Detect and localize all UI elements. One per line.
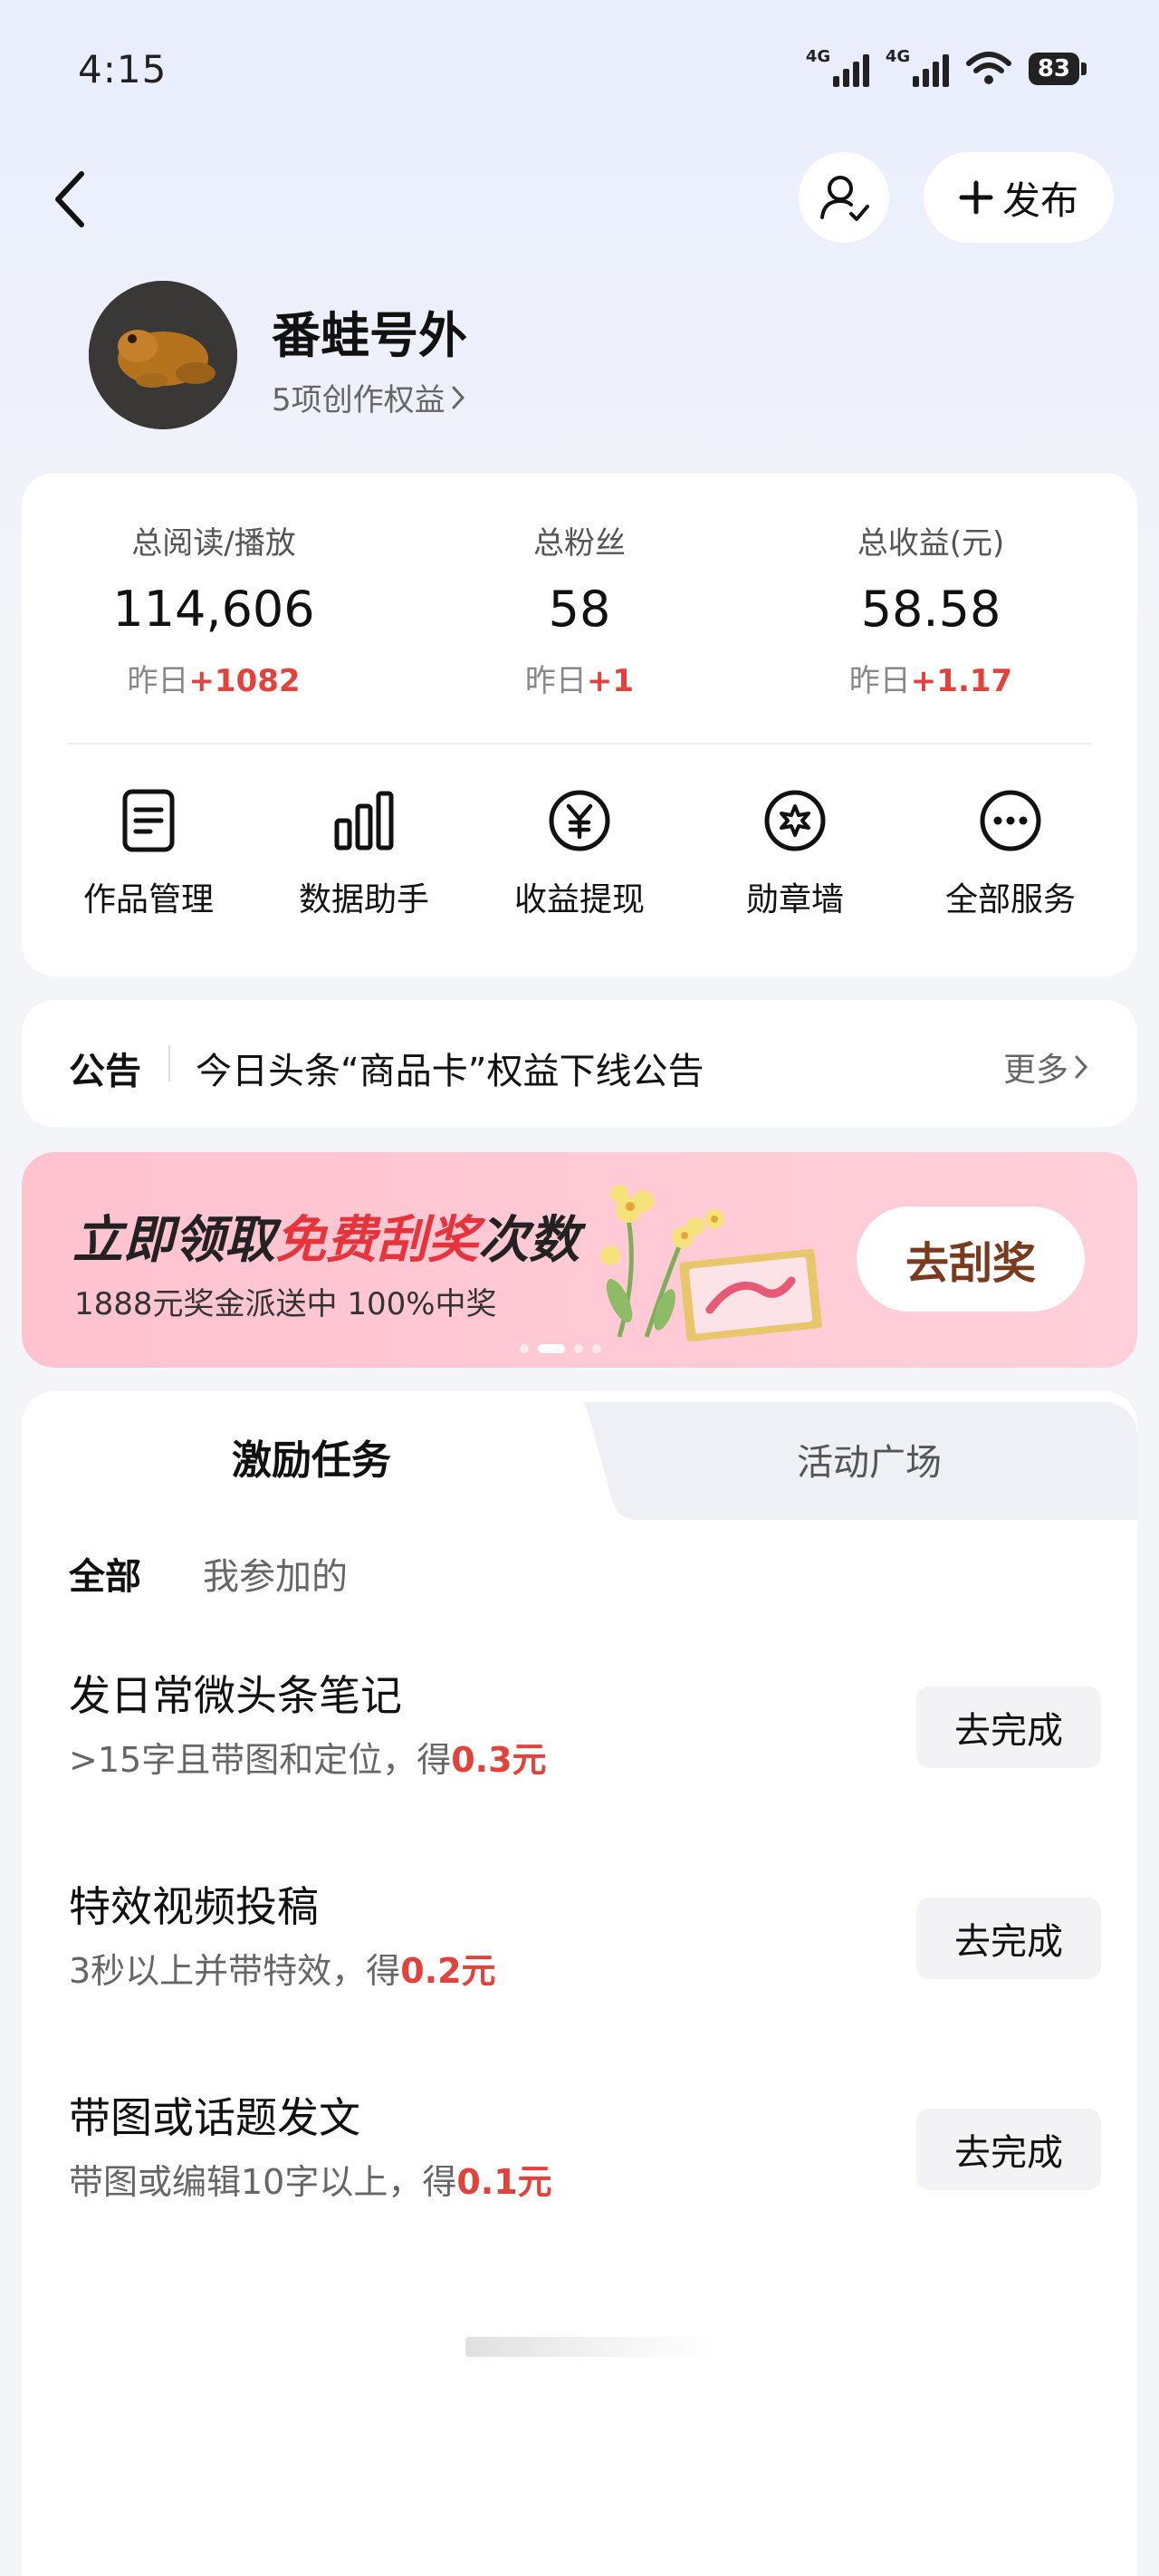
divider [67, 743, 1092, 745]
status-time: 4:15 [78, 47, 168, 91]
service-label: 勋章墙 [745, 881, 844, 918]
chevron-left-icon [55, 171, 84, 227]
task-desc: >15字且带图和定位，得0.3元 [69, 1740, 547, 1780]
user-verify-button[interactable] [799, 152, 889, 243]
banner-title: 立即领取免费刮奖次数 [72, 1210, 580, 1270]
filter-all[interactable]: 全部 [69, 1547, 141, 1600]
task-item: 特效视频投稿 3秒以上并带特效，得0.2元 去完成 [69, 1874, 1101, 2001]
announcement-label: 公告 [69, 1051, 141, 1092]
yuan-icon [549, 790, 610, 851]
chevron-right-icon [1075, 1055, 1088, 1079]
more-label: 更多 [1002, 1052, 1068, 1089]
flower-card-illustration [600, 1185, 822, 1342]
announcement-bar[interactable]: 公告 今日头条“商品卡”权益下线公告 更多 [22, 1000, 1137, 1127]
back-button[interactable] [43, 163, 98, 235]
cellular-signal-icon: 4G [806, 47, 869, 87]
stat-total-earnings[interactable]: 总收益(元) 58.58 昨日+1.17 [795, 518, 1067, 700]
service-all-services[interactable]: 全部服务 [920, 784, 1101, 920]
service-data-assistant[interactable]: 数据助手 [273, 784, 455, 920]
complete-task-button[interactable]: 去完成 [916, 2109, 1101, 2190]
service-label: 作品管理 [82, 881, 214, 918]
task-title: 特效视频投稿 [69, 1882, 319, 1931]
stat-label: 总收益(元) [857, 525, 1005, 562]
scratch-button[interactable]: 去刮奖 [857, 1206, 1085, 1312]
carousel-indicator [520, 1344, 601, 1353]
stat-delta: 昨日+1 [524, 663, 635, 699]
task-desc: 带图或编辑10字以上，得0.1元 [69, 2162, 552, 2202]
task-title: 发日常微头条笔记 [69, 1671, 402, 1720]
service-medal-wall[interactable]: 勋章墙 [704, 784, 886, 920]
cellular-signal-icon: 4G [886, 47, 949, 87]
status-bar: 4:15 4G 4G 83 [0, 0, 1159, 145]
stat-delta: 昨日+1.17 [848, 663, 1013, 699]
tab-incentive-tasks[interactable]: 激励任务 [22, 1427, 601, 1485]
stats-card: 总阅读/播放 114,606 昨日+1082 总粉丝 58 昨日+1 总收益(元… [22, 473, 1137, 976]
service-works-management[interactable]: 作品管理 [58, 784, 239, 920]
tab-activity-plaza[interactable]: 活动广场 [601, 1433, 1137, 1485]
chevron-right-icon [452, 386, 465, 409]
wifi-icon [965, 52, 1011, 84]
filter-joined[interactable]: 我参加的 [203, 1547, 348, 1600]
scratch-card-banner[interactable]: 立即领取免费刮奖次数 1888元奖金派送中 100%中奖 去刮奖 [22, 1152, 1137, 1368]
more-icon [980, 790, 1041, 851]
user-check-icon [820, 176, 869, 221]
service-earnings-withdraw[interactable]: 收益提现 [489, 784, 670, 920]
service-label: 数据助手 [298, 881, 429, 918]
service-label: 全部服务 [944, 881, 1076, 918]
stat-value: 58 [548, 581, 611, 638]
creator-rights-label: 5项创作权益 [272, 382, 445, 418]
service-label: 收益提现 [513, 881, 645, 918]
stat-total-reads[interactable]: 总阅读/播放 114,606 昨日+1082 [78, 518, 350, 700]
profile-name: 番蛙号外 [272, 307, 467, 364]
task-desc: 3秒以上并带特效，得0.2元 [69, 1951, 496, 1991]
avatar[interactable] [89, 281, 237, 429]
stat-delta: 昨日+1082 [127, 663, 301, 699]
complete-task-button[interactable]: 去完成 [916, 1687, 1101, 1768]
task-item: 带图或话题发文 带图或编辑10字以上，得0.1元 去完成 [69, 2085, 1101, 2212]
announcement-more-link[interactable]: 更多 [1003, 1043, 1088, 1091]
task-item: 发日常微头条笔记 >15字且带图和定位，得0.3元 去完成 [69, 1663, 1101, 1790]
publish-button[interactable]: 发布 [924, 152, 1114, 243]
tasks-panel: 激励任务 活动广场 全部 我参加的 发日常微头条笔记 >15字且带图和定位，得0… [22, 1391, 1137, 2576]
divider [168, 1045, 170, 1081]
frog-avatar-image [89, 281, 237, 429]
task-title: 带图或话题发文 [69, 2093, 360, 2142]
status-icons: 4G 4G 83 [806, 47, 1087, 87]
stat-label: 总阅读/播放 [131, 525, 296, 562]
stat-value: 114,606 [112, 581, 315, 638]
document-icon [122, 789, 175, 852]
bar-chart-icon [334, 791, 394, 851]
stat-total-fans[interactable]: 总粉丝 58 昨日+1 [444, 518, 715, 700]
stat-value: 58.58 [860, 581, 1001, 638]
loading-placeholder [465, 2337, 719, 2357]
battery-icon: 83 [1028, 53, 1087, 85]
creator-rights-link[interactable]: 5项创作权益 [272, 375, 465, 419]
plus-icon [959, 180, 993, 215]
publish-label: 发布 [1001, 178, 1078, 223]
medal-icon [764, 790, 826, 851]
complete-task-button[interactable]: 去完成 [916, 1898, 1101, 1979]
stat-label: 总粉丝 [533, 525, 626, 562]
announcement-text[interactable]: 今日头条“商品卡”权益下线公告 [196, 1042, 704, 1094]
banner-subtitle: 1888元奖金派送中 100%中奖 [74, 1286, 497, 1322]
